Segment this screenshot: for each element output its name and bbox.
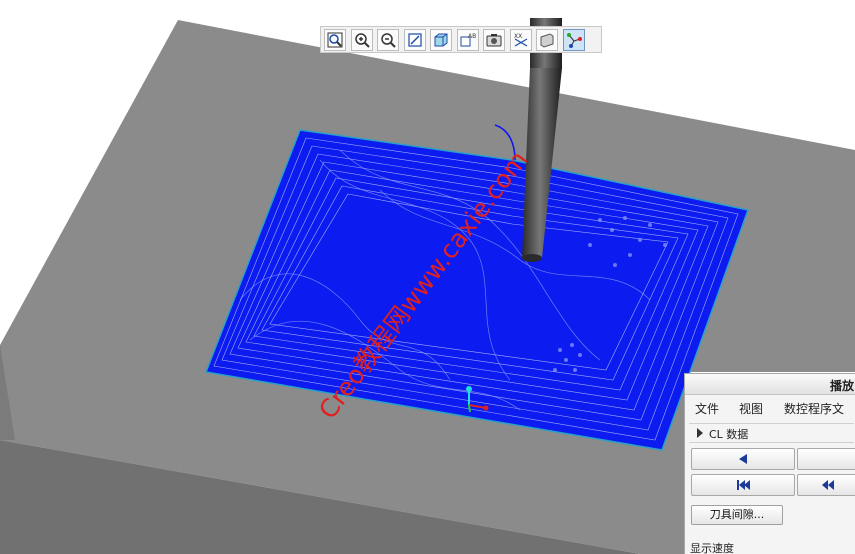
- stop-icon: [820, 453, 836, 465]
- repaint-button[interactable]: [403, 28, 426, 51]
- dialog-titlebar[interactable]: 播放: [685, 374, 855, 395]
- menu-nc-program[interactable]: 数控程序文: [784, 400, 844, 417]
- step-backward-icon: [822, 480, 834, 490]
- zoom-in-icon: [354, 32, 370, 48]
- menu-bar: 文件 视图 数控程序文: [685, 396, 855, 420]
- display-style-button[interactable]: [430, 28, 452, 51]
- cl-data-section[interactable]: CL 数据: [689, 423, 854, 443]
- playback-dialog: 播放 文件 视图 数控程序文 CL 数据 刀具间隙... 显示速度: [684, 373, 855, 554]
- expand-icon: [697, 428, 703, 438]
- rewind-to-start-button[interactable]: [691, 474, 795, 496]
- view-manager-icon: [486, 33, 502, 46]
- tool-clearance-button[interactable]: 刀具间隙...: [691, 505, 783, 525]
- rewind-to-start-icon: [737, 480, 750, 490]
- zoom-fit-icon: [327, 32, 343, 47]
- toolpath-node-icon: [566, 32, 582, 48]
- shaded-cube-icon: [434, 33, 448, 46]
- graphics-toolbar: AB XX: [320, 26, 602, 53]
- saved-views-button[interactable]: AB: [456, 28, 479, 51]
- zoom-fit-button[interactable]: [324, 28, 346, 51]
- zoom-out-button[interactable]: [377, 28, 399, 51]
- play-backward-icon: [739, 454, 747, 464]
- named-view-icon: AB: [460, 33, 476, 46]
- orient-plane-icon: [540, 32, 554, 48]
- play-backward-button[interactable]: [691, 448, 795, 470]
- menu-view[interactable]: 视图: [739, 400, 763, 417]
- zoom-in-button[interactable]: [350, 28, 373, 51]
- annotation-display-button[interactable]: XX: [509, 28, 532, 51]
- datum-display-icon: XX: [514, 33, 527, 47]
- display-speed-label: 显示速度: [690, 542, 734, 554]
- step-backward-button[interactable]: [797, 474, 855, 496]
- view-manager-button[interactable]: [483, 28, 505, 51]
- repaint-icon: [407, 32, 422, 47]
- dialog-title: 播放: [830, 379, 855, 393]
- toolpath-display-button[interactable]: [562, 28, 585, 51]
- orient-button[interactable]: [536, 28, 558, 51]
- menu-file[interactable]: 文件: [695, 400, 719, 417]
- zoom-out-icon: [381, 32, 396, 48]
- stop-button[interactable]: [797, 448, 855, 470]
- svg-text:AB: AB: [468, 33, 476, 40]
- cl-data-label: CL 数据: [709, 428, 749, 441]
